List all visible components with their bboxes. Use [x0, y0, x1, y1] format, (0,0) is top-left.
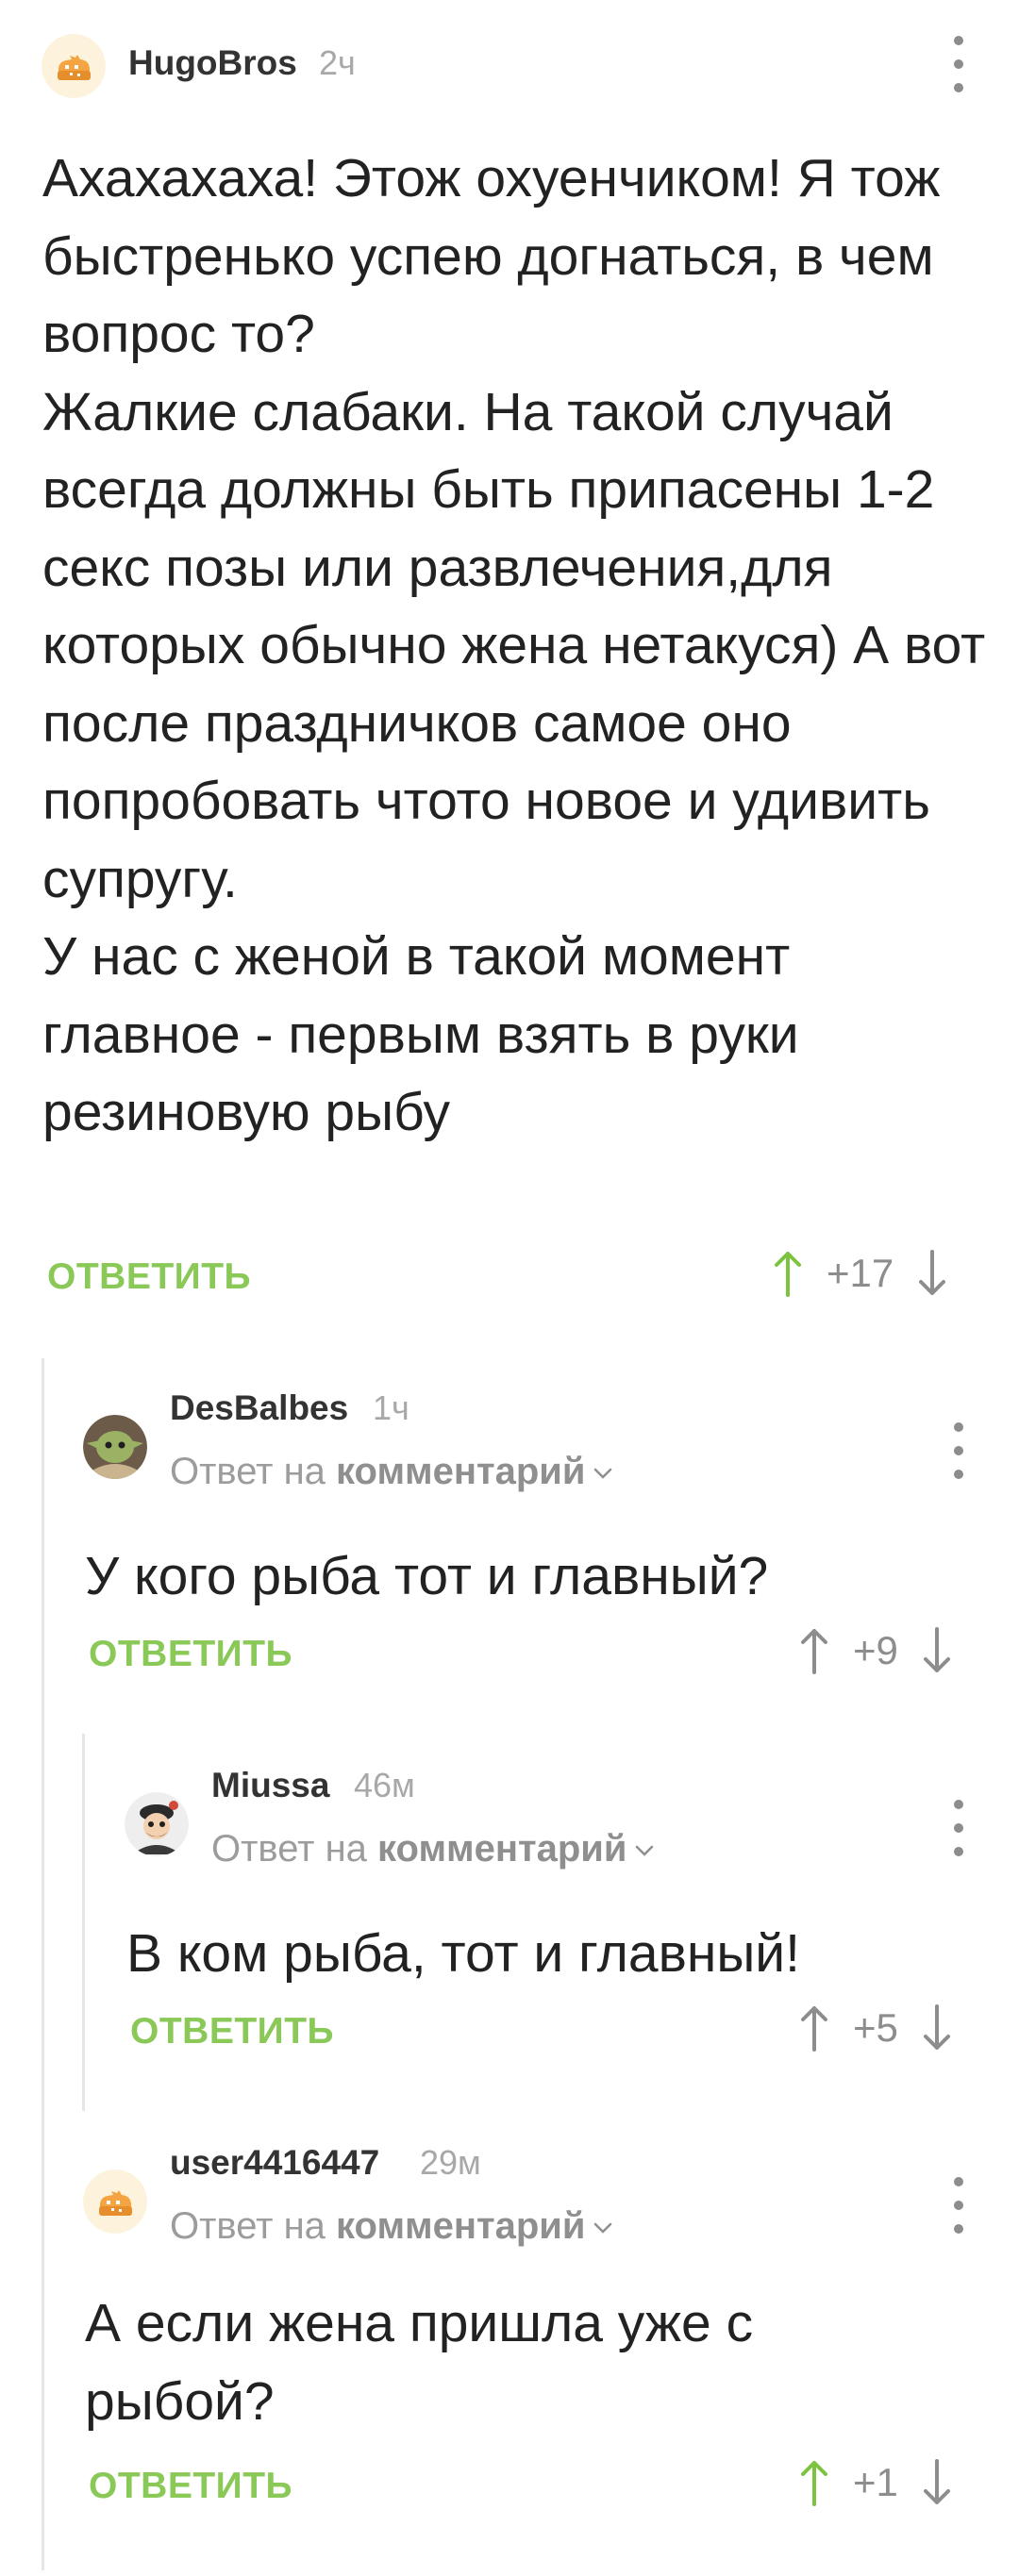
chevron-down-icon[interactable]	[634, 1843, 655, 1858]
downvote-arrow-icon[interactable]	[923, 2459, 951, 2506]
avatar[interactable]	[42, 34, 106, 98]
vote-score: +17	[827, 1251, 894, 1295]
author-name[interactable]: HugoBros	[128, 43, 297, 83]
comment-desbalbes: DesBalbes 1ч Ответ на комментарий У кого…	[0, 1349, 1019, 1726]
upvote-arrow-icon[interactable]	[800, 2004, 828, 2052]
vote-controls: +5	[800, 2000, 951, 2056]
avatar[interactable]	[83, 1415, 147, 1479]
downvote-arrow-icon[interactable]	[923, 2004, 951, 2052]
downvote-arrow-icon[interactable]	[923, 1627, 951, 1674]
reply-button[interactable]: ОТВЕТИТЬ	[89, 1634, 292, 1675]
author-name[interactable]: DesBalbes	[170, 1388, 348, 1428]
reply-to-link[interactable]: Ответ на комментарий	[211, 1828, 655, 1870]
vote-controls: +9	[800, 1622, 951, 1679]
author-name[interactable]: user4416447	[170, 2143, 379, 2183]
pikabu-avatar-icon	[83, 2169, 147, 2234]
avatar[interactable]	[83, 2169, 147, 2234]
reply-to-target[interactable]: комментарий	[377, 1828, 626, 1870]
comment-time: 29м	[420, 2143, 481, 2182]
upvote-arrow-icon[interactable]	[774, 1250, 802, 1297]
comment-text: Ахахахаха! Этож охуенчиком! Я тож быстре…	[42, 140, 986, 1152]
author-name[interactable]: Miussa	[211, 1766, 329, 1805]
comment-time: 2ч	[319, 43, 356, 82]
more-options-icon[interactable]	[940, 36, 977, 92]
avatar[interactable]	[125, 1792, 189, 1856]
comment-text-content: У кого рыба тот и главный?	[85, 1546, 769, 1606]
comment-time: 1ч	[373, 1388, 409, 1427]
comment-text: А если жена пришла уже с рыбой?	[85, 2285, 840, 2440]
reply-to-prefix: Ответ на	[211, 1828, 367, 1870]
more-options-icon[interactable]	[940, 2177, 977, 2234]
reply-to-link[interactable]: Ответ на комментарий	[170, 2205, 613, 2248]
vote-controls: +1	[800, 2454, 951, 2511]
reply-button[interactable]: ОТВЕТИТЬ	[47, 1256, 251, 1298]
downvote-arrow-icon[interactable]	[918, 1250, 946, 1297]
vote-score: +9	[853, 1628, 898, 1672]
yoda-avatar-icon	[83, 1415, 147, 1479]
vote-score: +1	[853, 2460, 898, 2504]
cartoon-avatar-icon	[125, 1792, 189, 1856]
comment-text-content: Ахахахаха! Этож охуенчиком! Я тож быстре…	[42, 148, 986, 1142]
chevron-down-icon[interactable]	[593, 1466, 613, 1481]
reply-to-target[interactable]: комментарий	[336, 1451, 585, 1492]
reply-button[interactable]: ОТВЕТИТЬ	[89, 2466, 292, 2507]
pikabu-avatar-icon	[42, 34, 106, 98]
vote-controls: +17	[774, 1245, 946, 1302]
reply-to-link[interactable]: Ответ на комментарий	[170, 1451, 613, 1493]
more-options-icon[interactable]	[940, 1800, 977, 1856]
more-options-icon[interactable]	[940, 1422, 977, 1479]
comment-text-content: А если жена пришла уже с рыбой?	[85, 2293, 754, 2432]
reply-to-target[interactable]: комментарий	[336, 2205, 585, 2247]
reply-to-prefix: Ответ на	[170, 1451, 326, 1492]
chevron-down-icon[interactable]	[593, 2220, 613, 2235]
comment-hugobros: HugoBros 2ч Ахахахаха! Этож охуенчиком! …	[0, 0, 1019, 1339]
comment-user4416447: user4416447 29м Ответ на комментарий А е…	[0, 2103, 1019, 2575]
comment-time: 46м	[354, 1766, 415, 1804]
reply-to-prefix: Ответ на	[170, 2205, 326, 2247]
comment-miussa: Miussa 46м Ответ на комментарий В ком ры…	[0, 1726, 1019, 2103]
upvote-arrow-icon[interactable]	[800, 1627, 828, 1674]
upvote-arrow-icon[interactable]	[800, 2459, 828, 2506]
vote-score: +5	[853, 2005, 898, 2050]
reply-button[interactable]: ОТВЕТИТЬ	[130, 2011, 334, 2052]
comment-text: У кого рыба тот и главный?	[85, 1537, 981, 1616]
comment-text: В ком рыба, тот и главный!	[126, 1915, 976, 1993]
comment-text-content: В ком рыба, тот и главный!	[126, 1923, 800, 1984]
